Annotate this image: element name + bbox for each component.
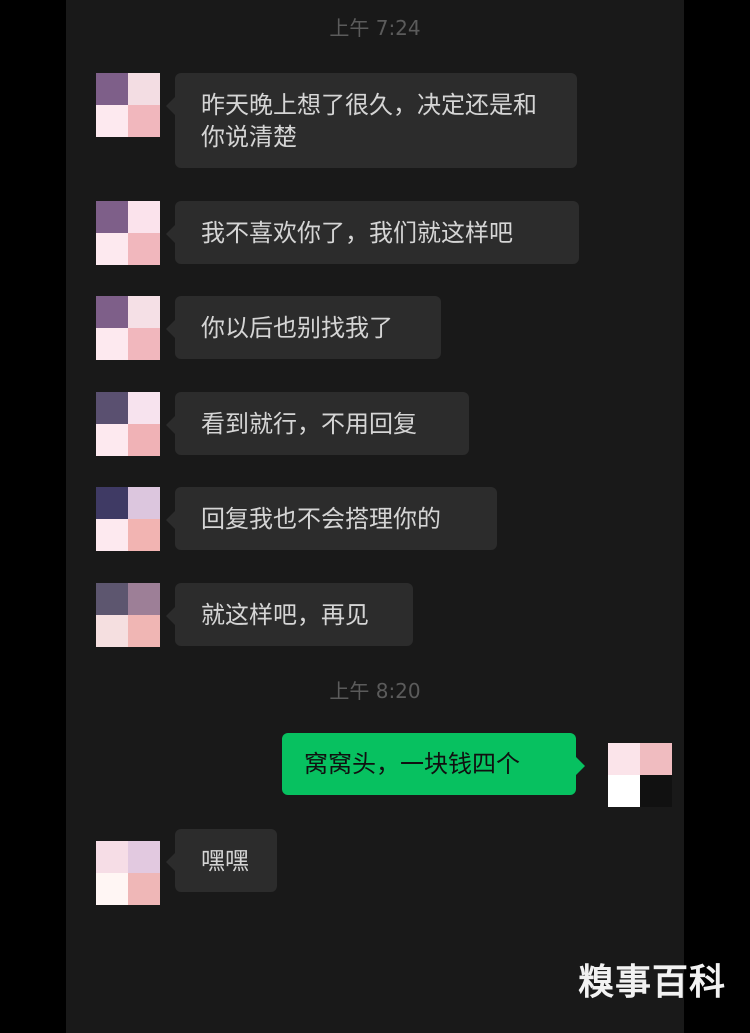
- my-avatar[interactable]: [608, 743, 672, 807]
- timestamp: 上午 7:24: [329, 16, 421, 40]
- watermark-logo: 糗事百科: [577, 962, 726, 1003]
- contact-avatar[interactable]: [96, 296, 160, 360]
- contact-avatar[interactable]: [96, 201, 160, 265]
- message-bubble[interactable]: 就这样吧，再见: [166, 583, 413, 646]
- message-bubble[interactable]: 回复我也不会搭理你的: [166, 487, 497, 550]
- contact-avatar[interactable]: [96, 841, 160, 905]
- message-bubble[interactable]: 昨天晚上想了很久，决定还是和你说清楚: [166, 73, 577, 168]
- message-bubble[interactable]: 嘿嘿: [166, 829, 277, 892]
- message-bubble[interactable]: 我不喜欢你了，我们就这样吧: [166, 201, 579, 264]
- timestamp: 上午 8:20: [329, 679, 421, 703]
- message-bubble[interactable]: 看到就行，不用回复: [166, 392, 469, 455]
- my-message-bubble[interactable]: 窝窝头，一块钱四个: [282, 733, 585, 795]
- contact-avatar[interactable]: [96, 583, 160, 647]
- contact-avatar[interactable]: [96, 73, 160, 137]
- contact-avatar[interactable]: [96, 487, 160, 551]
- contact-avatar[interactable]: [96, 392, 160, 456]
- message-bubble[interactable]: 你以后也别找我了: [166, 296, 441, 359]
